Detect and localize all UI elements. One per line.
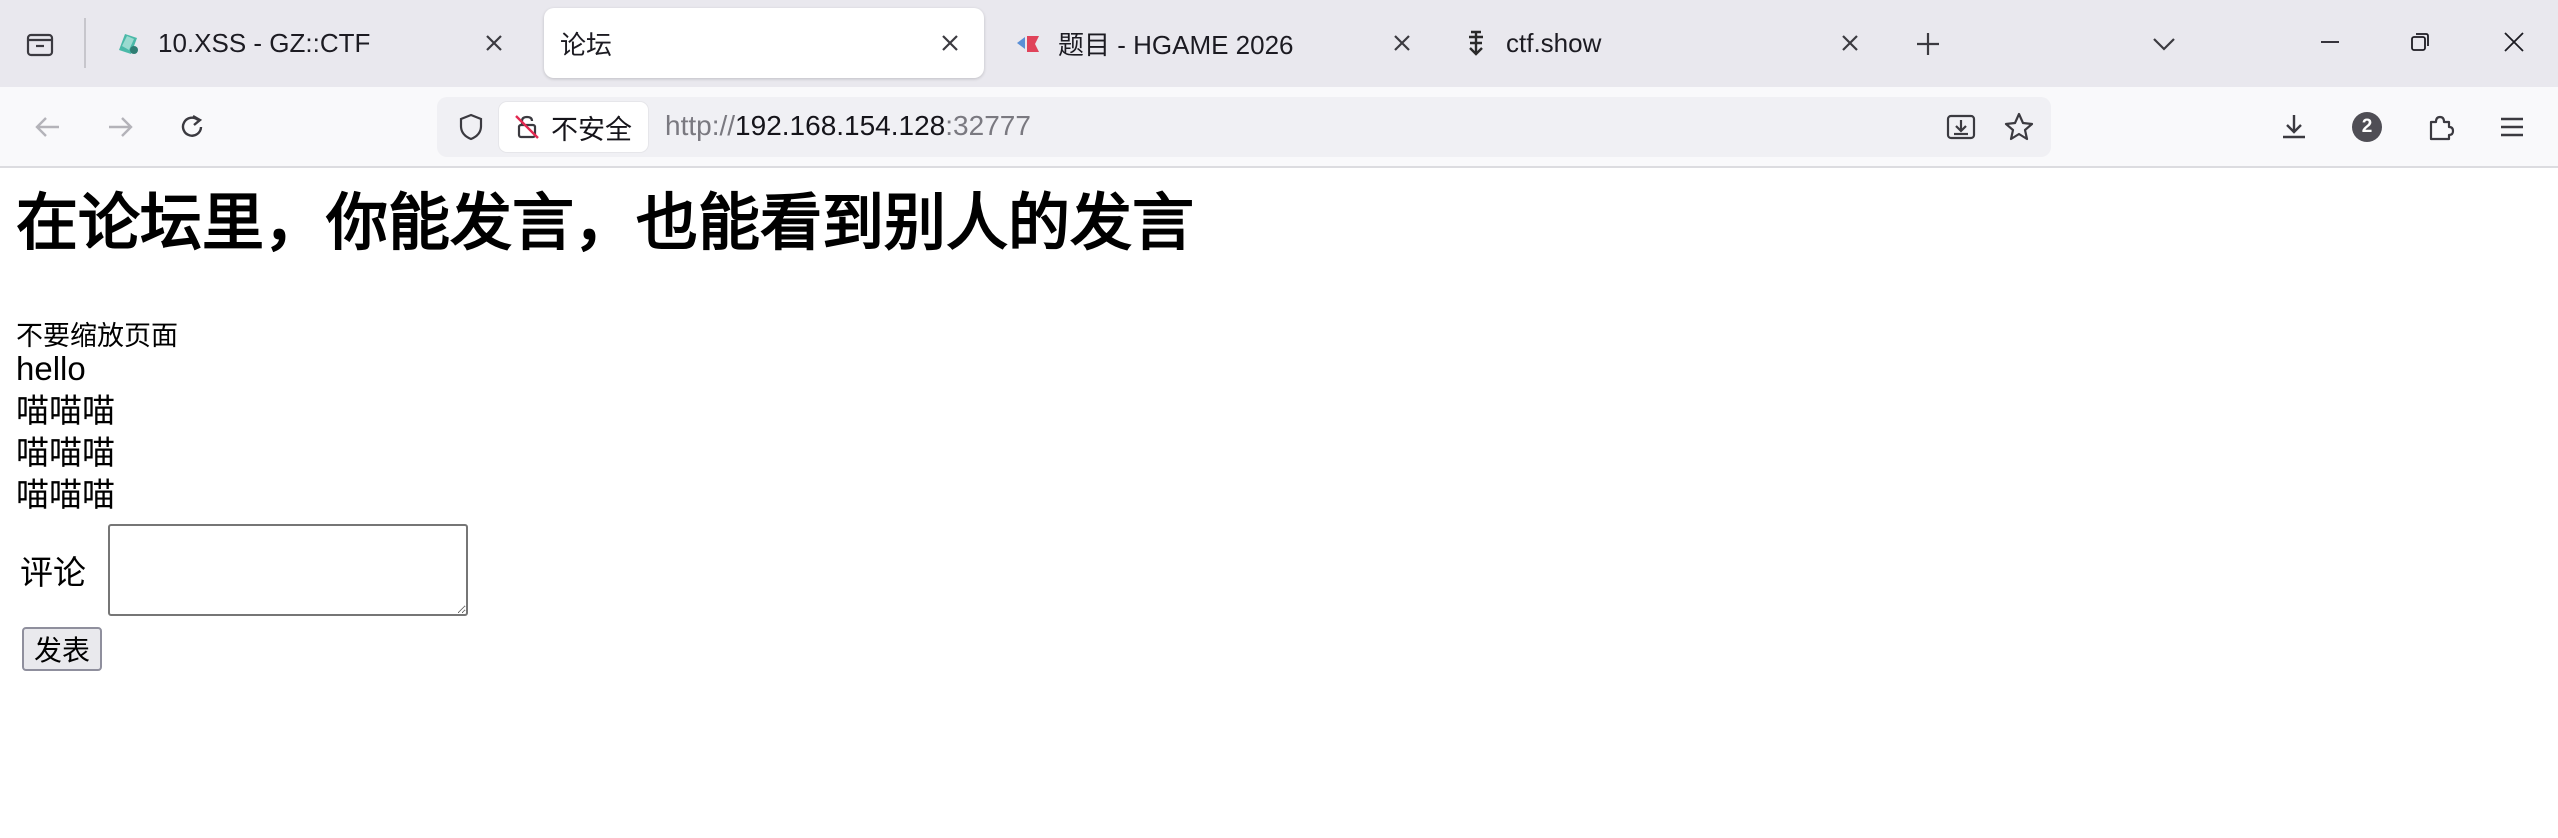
gzctf-favicon-icon [112,27,144,59]
install-app-button[interactable] [1943,109,1979,145]
account-badge-button[interactable]: 2 [2347,107,2387,147]
plus-icon [1917,33,1939,55]
bookmark-button[interactable] [2001,109,2037,145]
new-tab-button[interactable] [1910,26,1946,62]
minimize-button[interactable] [2310,22,2350,62]
close-tab-icon[interactable] [934,27,966,59]
comment-textarea[interactable] [108,524,468,616]
tab-list-icon [26,33,54,57]
browser-window: 10.XSS - GZ::CTF 论坛 题目 - HGAME 2026 ctf.… [0,0,2558,838]
reload-button[interactable] [172,107,212,147]
url-host: 192.168.154.128 [735,110,946,141]
security-label: 不安全 [551,114,632,145]
tab-title: 10.XSS - GZ::CTF [158,27,371,58]
star-icon [2004,112,2034,141]
close-tab-icon[interactable] [478,27,510,59]
tab-gzctf[interactable]: 10.XSS - GZ::CTF [86,8,528,78]
tab-hgame[interactable]: 题目 - HGAME 2026 [996,8,1436,78]
download-icon [2283,115,2305,139]
comment-label: 评论 [20,554,86,591]
app-menu-button[interactable] [2492,107,2532,147]
url-port: :32777 [945,110,1031,141]
tab-title: 题目 - HGAME 2026 [1058,29,1294,60]
close-window-button[interactable] [2494,22,2534,62]
insecure-lock-icon [511,111,543,143]
close-icon [2504,32,2524,52]
url-protocol: http:// [665,110,736,141]
chevron-down-icon [2153,38,2175,51]
tab-title: 论坛 [560,29,613,60]
post-item: 喵喵喵 [16,476,115,513]
navigation-toolbar: 不安全 http://192.168.154.128:32777 2 [0,87,2558,168]
hgame-favicon-icon [1012,27,1044,59]
restore-icon [2411,33,2429,51]
post-item: hello [16,350,86,387]
page-heading: 在论坛里，你能发言，也能看到别人的发言 [16,189,1195,258]
downloads-button[interactable] [2274,107,2314,147]
list-all-tabs-button[interactable] [2146,26,2182,62]
puzzle-piece-icon [2429,115,2455,141]
address-bar[interactable]: 不安全 http://192.168.154.128:32777 [437,97,2051,157]
post-item: 喵喵喵 [16,392,115,429]
reload-icon [181,114,203,137]
notification-badge: 2 [2352,112,2382,142]
shield-icon[interactable] [453,109,489,145]
tab-strip: 10.XSS - GZ::CTF 论坛 题目 - HGAME 2026 ctf.… [0,0,2558,87]
close-tab-icon[interactable] [1834,27,1866,59]
minimize-icon [2321,41,2339,43]
back-button[interactable] [28,107,68,147]
hamburger-menu-icon [2501,117,2523,137]
download-to-device-icon [1946,114,1976,140]
post-list: hello 喵喵喵 喵喵喵 喵喵喵 [16,348,115,516]
forward-button[interactable] [100,107,140,147]
tab-list-button[interactable] [20,27,60,61]
comment-form: 评论 [20,524,468,616]
restore-button[interactable] [2400,22,2440,62]
tab-forum[interactable]: 论坛 [544,8,984,78]
url-text[interactable]: http://192.168.154.128:32777 [665,110,1031,142]
tab-ctfshow[interactable]: ctf.show [1444,8,1884,78]
submit-button[interactable]: 发表 [22,627,103,671]
page-content: 在论坛里，你能发言，也能看到别人的发言 不要缩放页面 hello 喵喵喵 喵喵喵… [0,168,2558,838]
site-security-indicator[interactable]: 不安全 [499,102,648,152]
ctfshow-favicon-icon [1460,27,1492,59]
arrow-right-icon [109,117,133,137]
extensions-button[interactable] [2420,107,2460,147]
arrow-left-icon [35,117,59,137]
close-tab-icon[interactable] [1386,27,1418,59]
post-item: 喵喵喵 [16,434,115,471]
tab-title: ctf.show [1506,27,1602,58]
